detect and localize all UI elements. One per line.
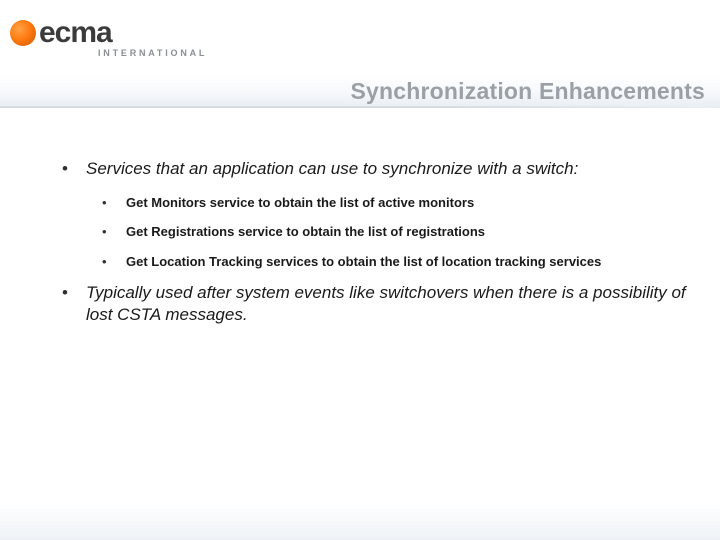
ecma-logo: ecma INTERNATIONAL <box>10 20 210 58</box>
bullet-text: Get Registrations service to obtain the … <box>126 224 485 239</box>
list-item: Services that an application can use to … <box>48 158 688 270</box>
list-item: Typically used after system events like … <box>48 282 688 326</box>
logo-dot-icon <box>10 20 36 46</box>
bullet-text: Services that an application can use to … <box>86 159 578 178</box>
logo-row: ecma <box>10 20 210 46</box>
bullet-text: Get Location Tracking services to obtain… <box>126 254 601 269</box>
list-item: Get Location Tracking services to obtain… <box>86 253 688 271</box>
bullet-text: Get Monitors service to obtain the list … <box>126 195 474 210</box>
logo-subtitle: INTERNATIONAL <box>98 48 210 58</box>
slide-body: Services that an application can use to … <box>0 108 720 326</box>
logo-wordmark: ecma <box>39 20 112 46</box>
bullet-text: Typically used after system events like … <box>86 283 686 324</box>
bullet-list-level-1: Services that an application can use to … <box>48 158 688 326</box>
list-item: Get Registrations service to obtain the … <box>86 223 688 241</box>
bullet-list-level-2: Get Monitors service to obtain the list … <box>86 194 688 271</box>
slide-header: ecma INTERNATIONAL Synchronization Enhan… <box>0 0 720 108</box>
footer-gradient <box>0 502 720 540</box>
slide-title: Synchronization Enhancements <box>351 78 706 105</box>
list-item: Get Monitors service to obtain the list … <box>86 194 688 212</box>
